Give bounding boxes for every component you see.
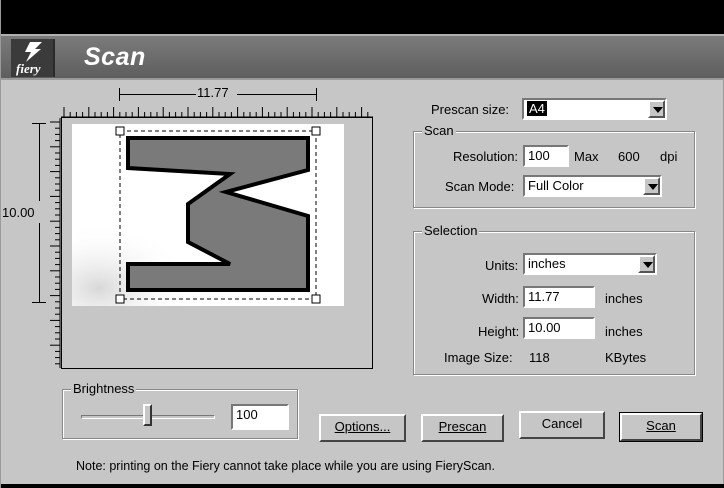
prescan-size-chevron-down-icon[interactable] [648,100,665,118]
prescan-button[interactable]: Prescan [421,414,504,442]
selection-group-title: Selection [422,223,480,238]
height-unit: inches [605,324,643,339]
options-button-label: Options... [334,419,391,434]
resolution-label: Resolution: [453,149,519,164]
image-size-value: 118 [529,350,550,365]
image-size-label: Image Size: [444,350,513,365]
prescan-image [72,124,344,306]
scan-dialog: fiery Scan 11.77 10.00 Prescan size: A4 … [0,0,724,488]
width-label: Width: [482,291,519,306]
logo-text: fiery [16,61,41,76]
width-dimension-label: 11.77 [196,85,230,100]
prescan-size-label: Prescan size: [431,102,510,117]
prescan-button-label: Prescan [438,419,487,434]
fiery-logo: fiery [11,39,55,77]
lightning-bolt-icon [25,42,42,62]
height-label: Height: [478,324,520,339]
scan-mode-value: Full Color [528,178,584,193]
scan-button-label: Scan [646,418,676,433]
scan-mode-chevron-down-icon[interactable] [643,177,660,195]
options-button[interactable]: Options... [319,414,406,442]
max-value: 600 [618,149,640,164]
note-text: Note: printing on the Fiery cannot take … [76,459,495,473]
resolution-input[interactable]: 100 [523,145,569,167]
horizontal-ruler [61,107,373,118]
units-chevron-down-icon[interactable] [638,255,655,273]
scan-mode-select[interactable]: Full Color [523,175,662,197]
height-input[interactable]: 10.00 [523,317,595,339]
prescan-size-value: A4 [527,101,547,116]
height-dimension-label: 10.00 [2,205,35,220]
brightness-title: Brightness [71,381,137,396]
prescan-size-select[interactable]: A4 [522,98,667,120]
max-label: Max [574,149,599,164]
cancel-button-label: Cancel [541,416,583,431]
bottom-black-bar [1,484,724,488]
width-input[interactable]: 11.77 [523,286,595,308]
height-dimension: 10.00 [2,123,49,303]
scan-group-title: Scan [422,123,456,138]
title-bar: fiery Scan [1,34,724,80]
top-black-bar [1,0,724,34]
window-title: Scan [84,43,146,71]
units-select[interactable]: inches [523,253,657,275]
scanned-logo-image [72,124,344,306]
units-label: Units: [485,258,519,273]
width-unit: inches [605,291,643,306]
scan-button[interactable]: Scan [619,412,703,442]
dpi-label: dpi [660,149,678,164]
units-value: inches [528,256,566,271]
cancel-button[interactable]: Cancel [519,411,605,439]
preview-area[interactable] [61,117,373,369]
scan-mode-label: Scan Mode: [445,179,515,194]
brightness-input[interactable]: 100 [231,404,289,430]
image-size-unit: KBytes [605,350,647,365]
width-dimension: 11.77 [119,85,317,101]
brightness-slider-thumb[interactable] [143,404,152,426]
